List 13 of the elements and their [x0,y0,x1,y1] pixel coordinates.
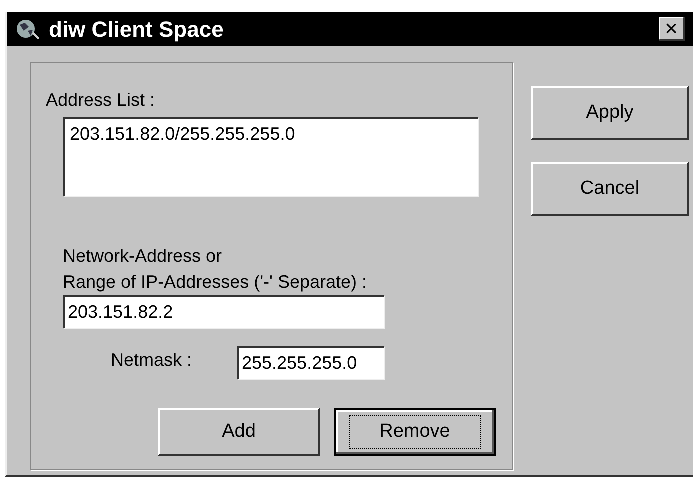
network-address-label: Network-Address or Range of IP-Addresses ('-' Separate) : [63,245,368,294]
dialog-button[interactable]: Add [158,408,320,456]
address-list-label: Address List : [46,91,156,109]
netmask-field[interactable]: 255.255.255.0 [237,346,385,380]
netmask-label: Netmask : [111,349,192,372]
window-title: diw Client Space [49,16,224,44]
dialog-button[interactable]: Apply [531,86,689,140]
dialog-button[interactable]: Cancel [531,162,689,216]
address-list-item[interactable]: 203.151.82.0/255.255.255.0 [70,123,473,146]
close-button[interactable]: × [659,17,685,41]
address-list[interactable]: 203.151.82.0/255.255.255.0 [63,117,479,197]
network-address-field[interactable]: 203.151.82.2 [63,295,385,329]
dialog-button[interactable]: Remove [334,408,496,456]
